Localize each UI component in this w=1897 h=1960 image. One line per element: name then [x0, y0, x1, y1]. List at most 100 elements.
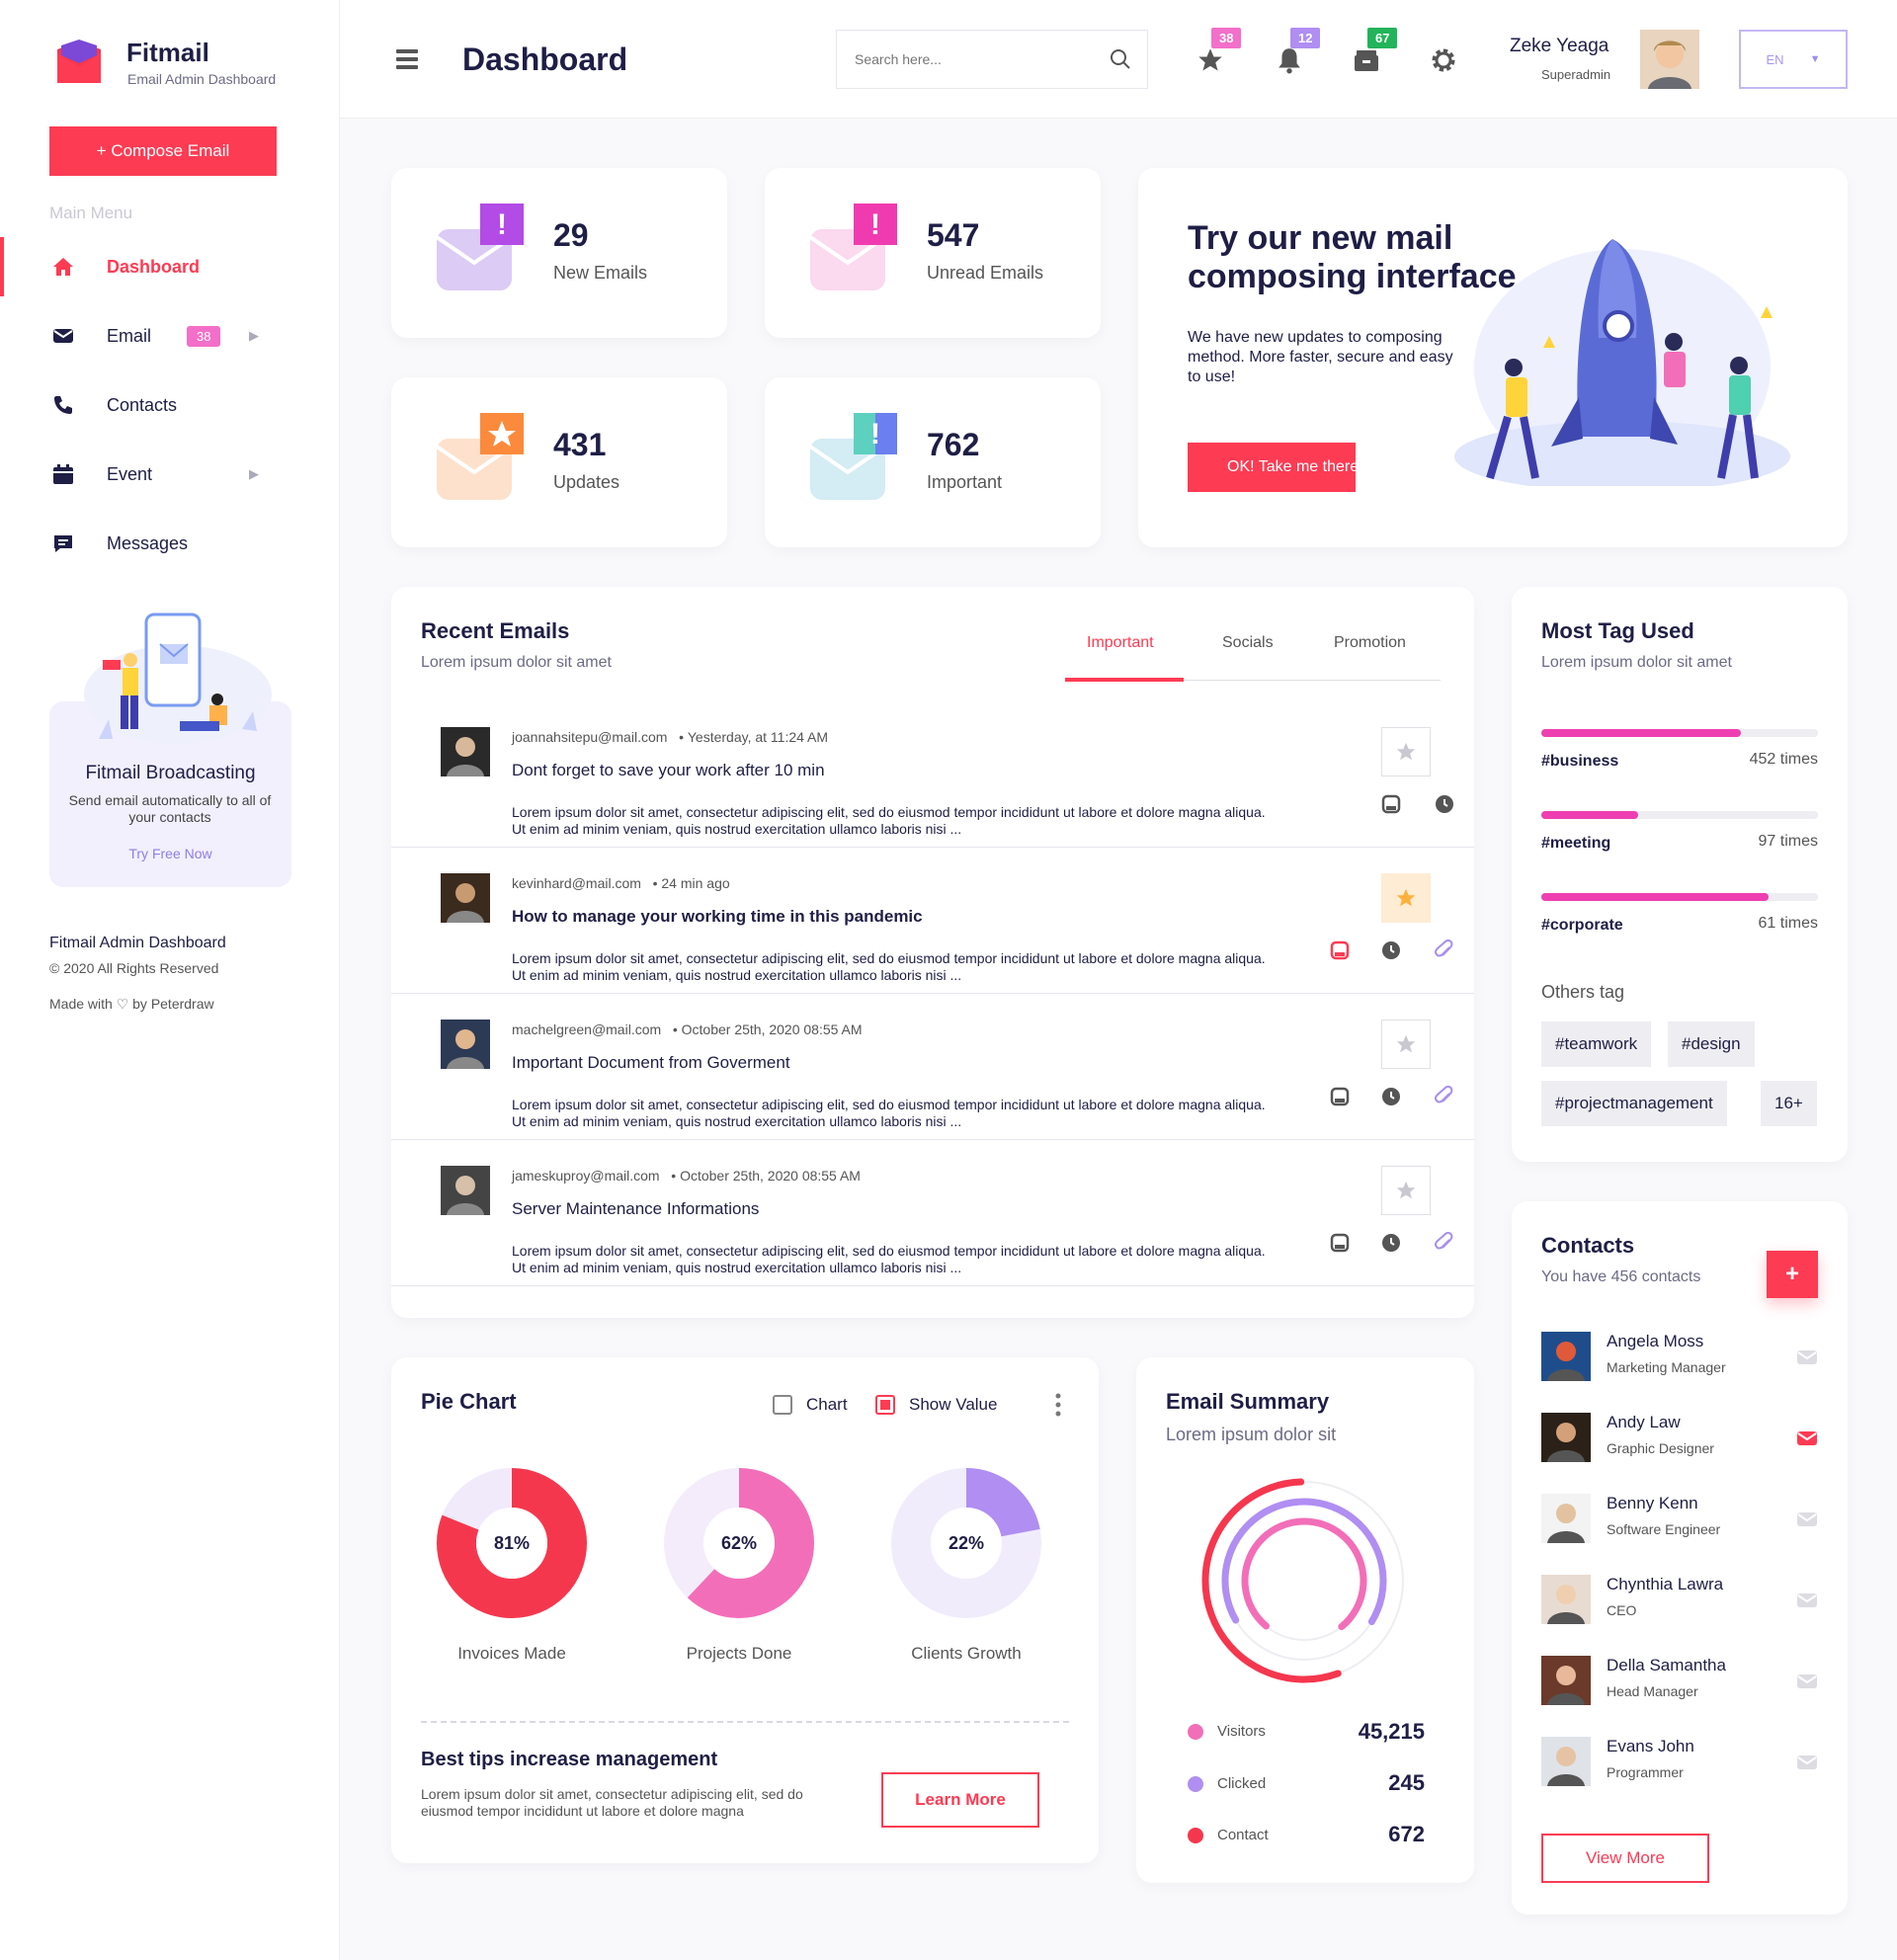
- contact-item[interactable]: Benny Kenn Software Engineer: [1541, 1494, 1818, 1553]
- email-subject: Dont forget to save your work after 10 m…: [512, 761, 825, 779]
- contact-avatar: [1541, 1737, 1591, 1786]
- show-value-checkbox[interactable]: [875, 1395, 895, 1415]
- hamburger-menu-icon[interactable]: [395, 47, 419, 71]
- promo-text: Send email automatically to all of your …: [68, 792, 272, 825]
- more-tags-chip[interactable]: 16+: [1761, 1081, 1817, 1126]
- paperclip-icon[interactable]: [1433, 1085, 1456, 1108]
- archive-icon: [1355, 50, 1378, 71]
- send-mail-icon[interactable]: [1796, 1429, 1818, 1446]
- star-toggle-button[interactable]: [1381, 873, 1431, 923]
- email-row[interactable]: machelgreen@mail.com • October 25th, 202…: [391, 994, 1474, 1140]
- tips-text: Lorem ipsum dolor sit amet, consectetur …: [421, 1786, 803, 1819]
- tag-usage-bar: [1541, 893, 1818, 901]
- tag-chip[interactable]: #projectmanagement: [1541, 1081, 1727, 1126]
- stat-label: New Emails: [553, 263, 648, 283]
- star-toggle-button[interactable]: [1381, 727, 1431, 776]
- email-sender: machelgreen@mail.com • October 25th, 202…: [512, 1021, 863, 1037]
- take-me-there-button[interactable]: OK! Take me there: [1188, 443, 1356, 492]
- email-row[interactable]: jameskuproy@mail.com • October 25th, 202…: [391, 1140, 1474, 1286]
- sender-avatar: [441, 1020, 490, 1069]
- email-preview: Lorem ipsum dolor sit amet, consectetur …: [512, 1097, 1266, 1129]
- tag-name[interactable]: #corporate: [1541, 917, 1623, 935]
- stat-card-unread-emails[interactable]: ! 547 Unread Emails: [765, 168, 1101, 338]
- contact-role: Programmer: [1607, 1764, 1684, 1780]
- more-options-icon[interactable]: [1055, 1393, 1061, 1417]
- inbox-icon[interactable]: [1328, 939, 1352, 962]
- send-mail-icon[interactable]: [1796, 1591, 1818, 1608]
- legend-label: Clicked: [1217, 1775, 1267, 1792]
- contact-item[interactable]: Evans John Programmer: [1541, 1737, 1818, 1796]
- sidebar-item-email[interactable]: Email 38 ▶: [0, 306, 339, 366]
- inbox-icon[interactable]: [1328, 1231, 1352, 1255]
- language-select[interactable]: EN ▼: [1739, 30, 1848, 89]
- home-icon: [51, 255, 75, 279]
- contact-name: Chynthia Lawra: [1607, 1575, 1724, 1593]
- tab-socials[interactable]: Socials: [1222, 634, 1274, 652]
- clock-icon[interactable]: [1379, 1085, 1403, 1108]
- settings-button[interactable]: [1427, 43, 1460, 77]
- star-toggle-button[interactable]: [1381, 1166, 1431, 1215]
- tag-chip[interactable]: #design: [1668, 1021, 1755, 1067]
- svg-text:!: !: [870, 208, 880, 241]
- clicked-legend-dot: [1188, 1776, 1203, 1792]
- sidebar-item-dashboard[interactable]: Dashboard: [0, 237, 339, 296]
- contact-item[interactable]: Andy Law Graphic Designer: [1541, 1413, 1818, 1472]
- contact-item[interactable]: Angela Moss Marketing Manager: [1541, 1332, 1818, 1391]
- send-mail-icon[interactable]: [1796, 1510, 1818, 1527]
- sidebar-item-label: Dashboard: [107, 256, 201, 277]
- star-toggle-button[interactable]: [1381, 1020, 1431, 1069]
- paperclip-icon[interactable]: [1433, 939, 1456, 962]
- donut-value-label: 62%: [721, 1533, 757, 1553]
- legend-value: 45,215: [1358, 1719, 1425, 1744]
- tag-name[interactable]: #business: [1541, 753, 1618, 771]
- stat-value: 762: [927, 427, 980, 462]
- paperclip-icon[interactable]: [1433, 1231, 1456, 1255]
- star-icon: [1396, 1034, 1416, 1053]
- clock-icon[interactable]: [1379, 939, 1403, 962]
- clock-icon[interactable]: [1433, 792, 1456, 816]
- new-emails-icon: !: [437, 204, 524, 290]
- tab-promotion[interactable]: Promotion: [1334, 634, 1406, 652]
- learn-more-button[interactable]: Learn More: [881, 1772, 1039, 1828]
- stat-label: Updates: [553, 472, 620, 492]
- chevron-down-icon: ▼: [1809, 53, 1821, 65]
- send-mail-icon[interactable]: [1796, 1753, 1818, 1770]
- contact-name: Andy Law: [1607, 1413, 1681, 1431]
- archive-button[interactable]: [1350, 43, 1383, 77]
- contact-item[interactable]: Chynthia Lawra CEO: [1541, 1575, 1818, 1634]
- sidebar-item-messages[interactable]: Messages: [0, 514, 339, 573]
- user-avatar[interactable]: [1640, 30, 1699, 89]
- contact-item[interactable]: Della Samantha Head Manager: [1541, 1656, 1818, 1715]
- footer-copyright: © 2020 All Rights Reserved: [49, 960, 219, 976]
- brand-subtitle: Email Admin Dashboard: [127, 71, 277, 87]
- inbox-icon[interactable]: [1328, 1085, 1352, 1108]
- view-more-button[interactable]: View More: [1541, 1834, 1709, 1883]
- email-row[interactable]: joannahsitepu@mail.com • Yesterday, at 1…: [391, 701, 1474, 848]
- archive-count-badge: 67: [1367, 28, 1398, 48]
- tag-chip[interactable]: #teamwork: [1541, 1021, 1652, 1067]
- stat-card-updates[interactable]: 431 Updates: [391, 377, 727, 547]
- clock-icon[interactable]: [1379, 1231, 1403, 1255]
- try-free-now-link[interactable]: Try Free Now: [49, 846, 291, 861]
- sidebar-item-event[interactable]: Event ▶: [0, 445, 339, 504]
- inbox-icon[interactable]: [1379, 792, 1403, 816]
- sidebar-item-contacts[interactable]: Contacts: [0, 375, 339, 435]
- notifications-button[interactable]: [1273, 43, 1306, 77]
- add-contact-button[interactable]: +: [1767, 1251, 1818, 1298]
- email-subject: How to manage your working time in this …: [512, 907, 923, 926]
- tag-name[interactable]: #meeting: [1541, 835, 1610, 853]
- tab-important[interactable]: Important: [1087, 634, 1154, 652]
- clicked-arc: [1221, 1498, 1387, 1664]
- send-mail-icon[interactable]: [1796, 1348, 1818, 1365]
- search-input[interactable]: [855, 51, 1092, 67]
- chart-checkbox[interactable]: [773, 1395, 792, 1415]
- send-mail-icon[interactable]: [1796, 1672, 1818, 1689]
- search-icon[interactable]: [1110, 48, 1131, 70]
- compose-email-button[interactable]: + Compose Email: [49, 126, 277, 176]
- stat-card-new-emails[interactable]: ! 29 New Emails: [391, 168, 727, 338]
- favorites-button[interactable]: [1194, 43, 1227, 77]
- donut-clients-growth: 22%: [891, 1468, 1041, 1618]
- stat-card-important[interactable]: ! 762 Important: [765, 377, 1101, 547]
- tag-count: 452 times: [1749, 751, 1818, 768]
- email-row[interactable]: kevinhard@mail.com • 24 min ago How to m…: [391, 848, 1474, 994]
